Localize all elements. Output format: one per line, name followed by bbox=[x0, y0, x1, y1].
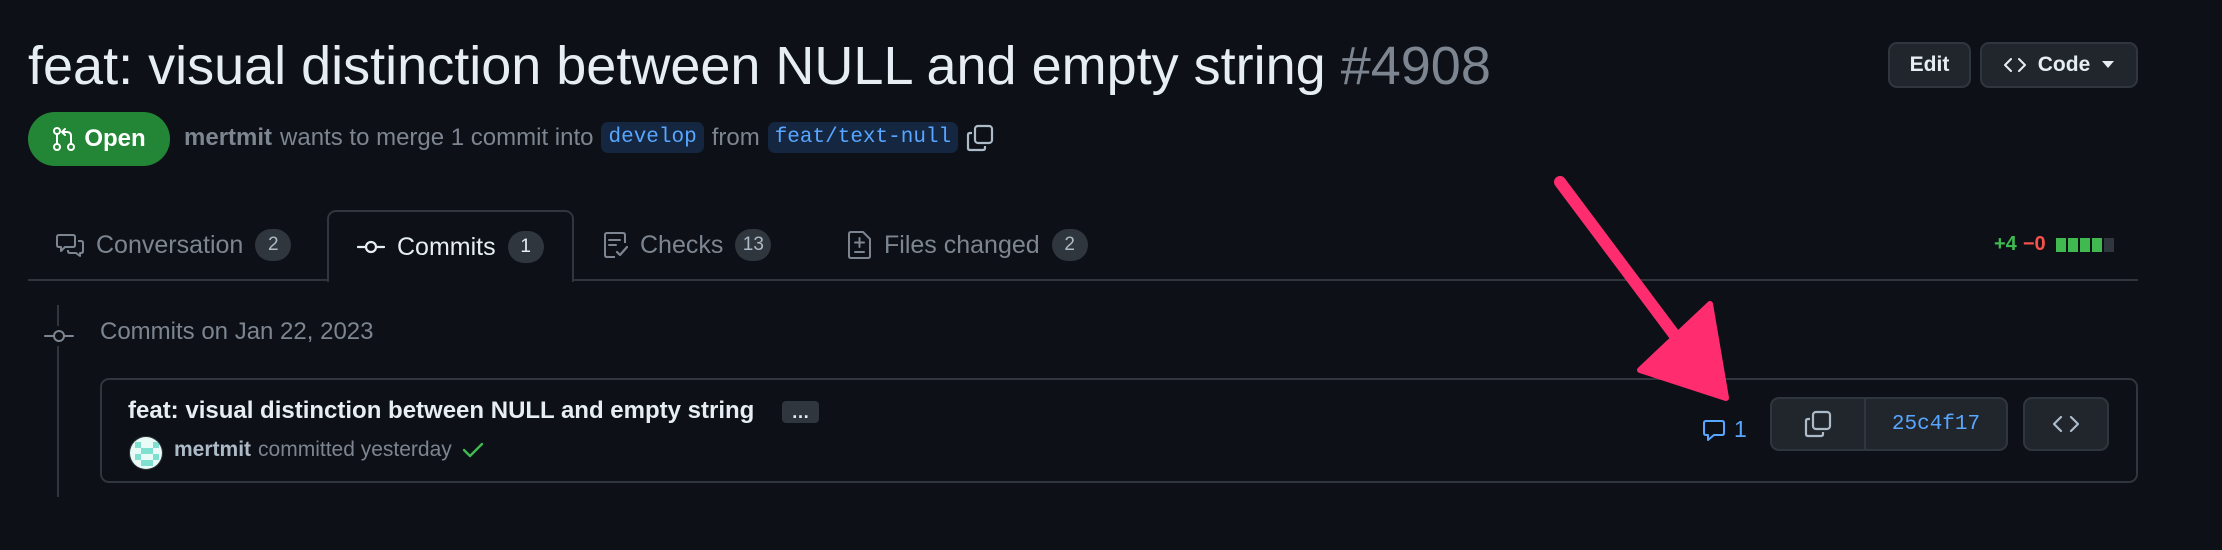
pr-title: feat: visual distinction between NULL an… bbox=[28, 32, 1491, 100]
edit-button[interactable]: Edit bbox=[1888, 42, 1971, 88]
commit-message-link[interactable]: feat: visual distinction between NULL an… bbox=[128, 397, 754, 425]
code-button[interactable]: Code bbox=[1980, 42, 2138, 88]
state-badge: Open bbox=[28, 112, 170, 166]
code-icon bbox=[2003, 57, 2026, 73]
diffstat-block bbox=[2103, 237, 2114, 252]
comment-icon bbox=[1702, 418, 1726, 442]
comment-discussion-icon bbox=[56, 232, 84, 258]
commit-action: committed yesterday bbox=[258, 438, 452, 461]
author-link[interactable]: mertmit bbox=[184, 124, 272, 152]
edit-button-label: Edit bbox=[1909, 53, 1950, 76]
tab-conversation[interactable]: Conversation 2 bbox=[56, 210, 292, 280]
diffstat-block bbox=[2079, 237, 2090, 252]
checklist-icon bbox=[604, 231, 628, 259]
diffstat-blocks bbox=[2055, 237, 2114, 252]
merge-text: wants to merge 1 commit into bbox=[280, 123, 594, 151]
diffstat-block bbox=[2067, 237, 2078, 252]
copy-icon bbox=[1804, 410, 1832, 438]
git-pull-request-icon bbox=[52, 126, 76, 152]
file-diff-icon bbox=[848, 231, 872, 259]
head-branch[interactable]: feat/text-null bbox=[767, 122, 959, 153]
pr-title-text: feat: visual distinction between NULL an… bbox=[28, 36, 1326, 96]
from-text: from bbox=[711, 123, 760, 151]
diffstat-block bbox=[2055, 237, 2066, 252]
browse-repository-button[interactable] bbox=[2023, 397, 2109, 451]
tab-conversation-label: Conversation bbox=[96, 230, 244, 259]
tab-files-changed-count: 2 bbox=[1051, 229, 1088, 261]
ellipsis-label: … bbox=[791, 402, 810, 422]
tab-commits-count: 1 bbox=[507, 231, 544, 263]
sha-button-group: 25c4f17 bbox=[1770, 397, 2008, 451]
git-commit-icon bbox=[357, 239, 385, 255]
tab-files-changed[interactable]: Files changed 2 bbox=[848, 210, 1088, 280]
diffstat: +4 −0 bbox=[1994, 233, 2114, 256]
caret-down-icon bbox=[2102, 61, 2115, 69]
tab-files-changed-label: Files changed bbox=[884, 230, 1040, 259]
pr-number: #4908 bbox=[1340, 36, 1491, 96]
tab-conversation-count: 2 bbox=[255, 229, 292, 261]
diffstat-deletions: −0 bbox=[2022, 233, 2046, 255]
tab-checks-count: 13 bbox=[735, 229, 772, 261]
diffstat-block bbox=[2091, 237, 2102, 252]
merge-summary: mertmit wants to merge 1 commit into dev… bbox=[184, 122, 994, 153]
tab-checks[interactable]: Checks 13 bbox=[604, 210, 772, 280]
avatar[interactable] bbox=[129, 436, 163, 470]
expand-message-button[interactable]: … bbox=[782, 401, 819, 423]
code-button-label: Code bbox=[2037, 53, 2091, 76]
commits-date-heading: Commits on Jan 22, 2023 bbox=[100, 318, 374, 345]
commit-sha-link[interactable]: 25c4f17 bbox=[1866, 399, 2006, 449]
comment-count: 1 bbox=[1734, 416, 1747, 442]
annotation-arrow bbox=[1540, 170, 1740, 420]
commit-comments-link[interactable]: 1 bbox=[1702, 416, 1747, 443]
copy-sha-button[interactable] bbox=[1772, 399, 1866, 449]
diffstat-additions: +4 bbox=[1994, 233, 2017, 255]
code-icon bbox=[2053, 415, 2079, 433]
commit-meta: mertmit committed yesterday bbox=[174, 438, 484, 462]
check-icon[interactable] bbox=[462, 441, 484, 459]
base-branch[interactable]: develop bbox=[601, 122, 704, 153]
tab-checks-label: Checks bbox=[640, 230, 724, 259]
tab-commits[interactable]: Commits 1 bbox=[327, 210, 574, 282]
state-label: Open bbox=[84, 125, 146, 152]
timeline-commit-icon bbox=[44, 326, 74, 346]
commit-author-link[interactable]: mertmit bbox=[174, 438, 251, 462]
copy-icon[interactable] bbox=[966, 124, 994, 152]
tab-commits-label: Commits bbox=[397, 232, 496, 261]
